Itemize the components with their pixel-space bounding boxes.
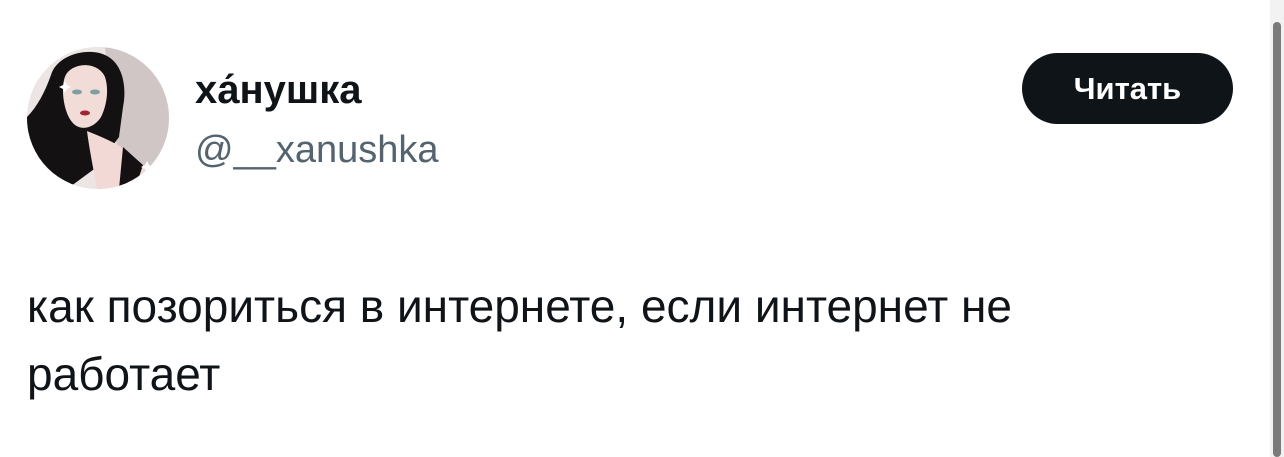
scrollbar-thumb[interactable] [1273,22,1281,457]
follow-button[interactable]: Читать [1022,53,1233,124]
tweet-text: как позориться в интернете, если интерне… [27,272,1242,408]
vertical-scrollbar[interactable] [1270,0,1284,457]
author-handle[interactable]: @__xanushka [195,127,439,173]
tweet-text-line-1: как позориться в интернете, если интерне… [27,280,1012,332]
author-display-name[interactable]: ха́нушка [195,66,362,114]
tweet-text-line-2: работает [27,348,221,400]
avatar-portrait-icon [27,47,169,189]
tweet-card: ха́нушка @__xanushka Читать как позорить… [0,0,1284,457]
user-avatar[interactable] [27,47,169,189]
